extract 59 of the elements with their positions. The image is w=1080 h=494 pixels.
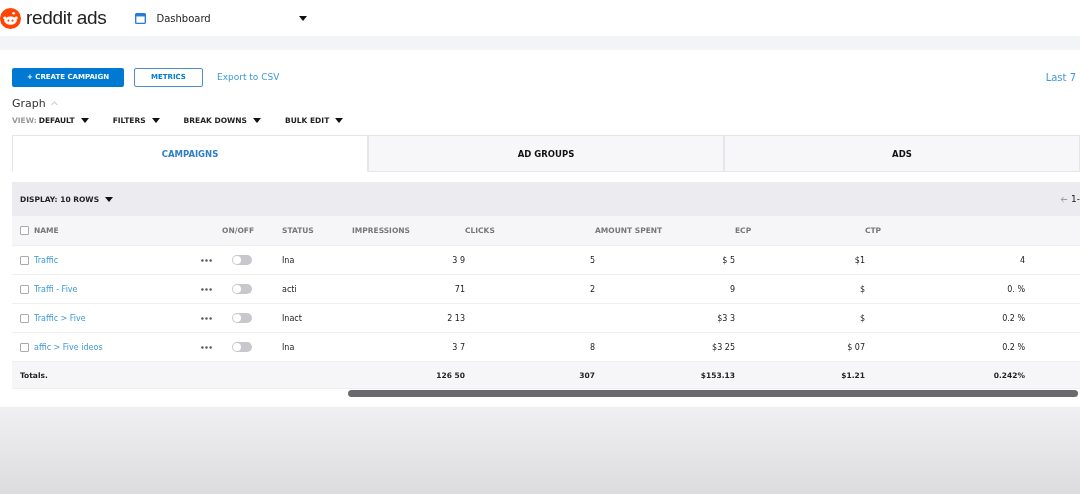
toggle-switch[interactable]	[232, 284, 252, 294]
page-dropdown[interactable]: Dashboard	[135, 12, 308, 24]
tab[interactable]: ADS	[724, 135, 1080, 172]
table-cell: Ina	[282, 342, 295, 352]
toggle-switch[interactable]	[232, 342, 252, 352]
table-cell: $ 07	[847, 342, 865, 352]
table-cell: $1	[854, 255, 865, 265]
calendar-icon	[135, 12, 147, 24]
table-cell: Ina	[282, 255, 295, 265]
checkbox[interactable]	[20, 284, 29, 294]
campaign-link[interactable]: affic > Five ideos	[34, 342, 103, 352]
caret-icon	[335, 117, 344, 123]
toggle-switch[interactable]	[232, 255, 252, 265]
toggle-switch[interactable]	[232, 313, 252, 323]
table-cell: 5	[589, 255, 595, 265]
caret-icon	[253, 117, 261, 123]
table-cell: $	[859, 313, 865, 323]
table-cell: 2	[589, 284, 595, 294]
table-cell: $ 5	[722, 255, 735, 265]
caret-icon	[105, 196, 114, 202]
campaign-link[interactable]: Traffi - Five	[34, 284, 78, 294]
table-cell: 0.2 %	[1002, 313, 1025, 323]
date-range-link[interactable]: Last 7	[1045, 71, 1076, 83]
table-cell: Inact	[282, 313, 302, 323]
tab[interactable]: AD GROUPS	[368, 135, 724, 172]
table-cell: $3 25	[712, 342, 735, 352]
table-cell: 8	[589, 342, 595, 352]
checkbox[interactable]	[20, 255, 29, 265]
more-icon[interactable]	[201, 258, 212, 262]
export-link[interactable]: Export to CSV	[217, 72, 280, 82]
table-cell: 9	[729, 284, 735, 294]
caret-icon	[80, 117, 89, 123]
campaign-link[interactable]: Traffic > Five	[34, 313, 86, 323]
section-title: Graph	[12, 97, 46, 110]
caret-icon	[299, 15, 308, 21]
table-cell: 3 9	[452, 255, 465, 265]
table-cell: 0. %	[1007, 284, 1025, 294]
table-cell: $	[859, 284, 865, 294]
more-icon[interactable]	[201, 345, 212, 349]
arrow-left-icon[interactable]	[1060, 195, 1068, 203]
table-cell: $3 3	[717, 313, 735, 323]
table-cell: 0.2 %	[1002, 342, 1025, 352]
chevron-up-icon[interactable]	[50, 101, 58, 106]
scrollbar-thumb[interactable]	[348, 390, 1078, 397]
table-cell: 3 7	[452, 342, 465, 352]
table-cell: acti	[282, 284, 297, 294]
table-cell: 2 13	[447, 313, 465, 323]
pagination-text: 1-	[1071, 194, 1080, 204]
tab[interactable]: CAMPAIGNS	[12, 135, 368, 172]
checkbox[interactable]	[20, 226, 29, 235]
table-cell: 71	[454, 284, 465, 294]
checkbox[interactable]	[20, 342, 29, 352]
checkbox[interactable]	[20, 313, 29, 323]
logo-text: reddit ads	[26, 7, 107, 29]
more-icon[interactable]	[201, 287, 212, 291]
more-icon[interactable]	[201, 316, 212, 320]
caret-icon	[151, 117, 160, 123]
table-cell: 4	[1019, 255, 1025, 265]
campaign-link[interactable]: Traffic	[34, 255, 59, 265]
